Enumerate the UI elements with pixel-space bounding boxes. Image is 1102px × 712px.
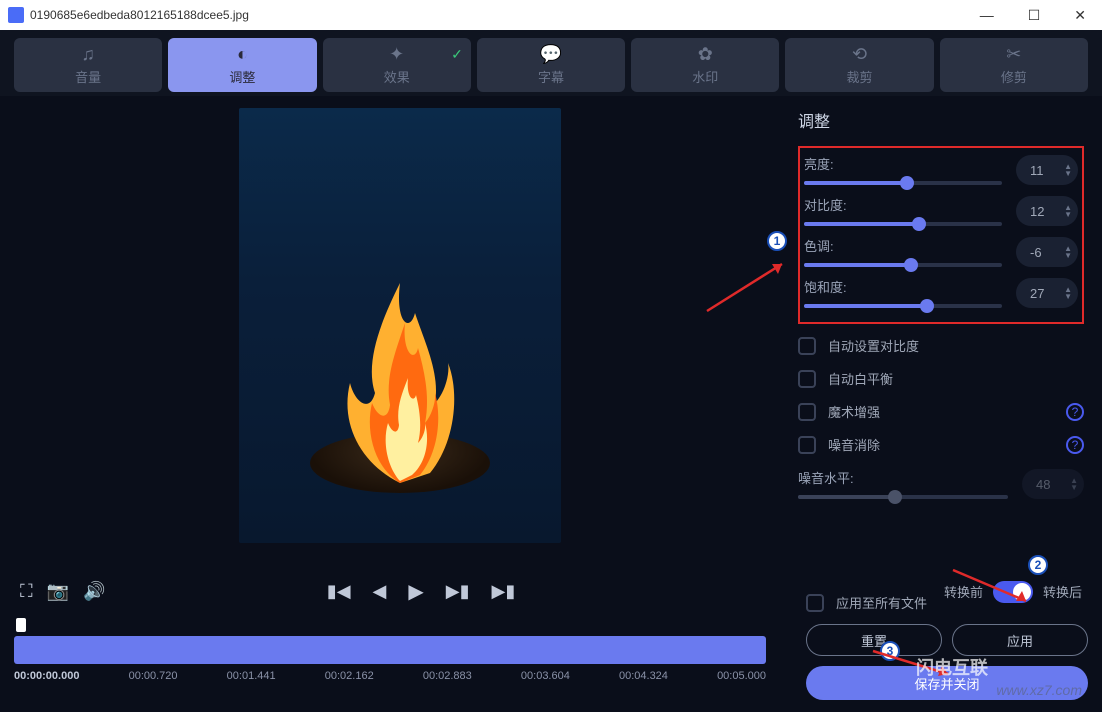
magic-enhance-label: 魔术增强	[828, 402, 880, 421]
denoise-label: 噪音消除	[828, 435, 880, 454]
tab-label: 调整	[229, 67, 255, 86]
next-icon[interactable]: ▶▮	[446, 581, 470, 602]
saturation-label: 饱和度:	[804, 277, 1002, 296]
skip-back-icon[interactable]: ▮◀	[327, 581, 351, 602]
play-icon[interactable]: ▶	[408, 579, 423, 604]
bottom-actions: 应用至所有文件 2 重置 应用 3 保存并关闭 闪电互联 www.xz7.com	[806, 593, 1088, 700]
close-button[interactable]: ✕	[1066, 5, 1094, 26]
tab-volume[interactable]: ♫ 音量	[14, 38, 162, 92]
magic-enhance-checkbox[interactable]	[798, 403, 816, 421]
stepper-icon[interactable]: ▲▼	[1064, 163, 1072, 177]
skip-fwd-icon[interactable]: ▶▮	[492, 581, 516, 602]
playhead[interactable]	[16, 618, 26, 632]
check-icon: ✓	[451, 46, 463, 63]
denoise-checkbox[interactable]	[798, 436, 816, 454]
noise-level-label: 噪音水平:	[798, 468, 1008, 487]
stepper-icon[interactable]: ▲▼	[1064, 286, 1072, 300]
annotation-marker-2: 2	[1028, 555, 1048, 575]
stepper-icon[interactable]: ▲▼	[1064, 245, 1072, 259]
music-note-icon: ♫	[81, 44, 95, 65]
contrast-label: 对比度:	[804, 195, 1002, 214]
tab-bar: ♫ 音量 ◐ 调整 ✦ 效果 ✓ 💬 字幕 ✿ 水印 ⟲ 裁剪 ✂ 修剪	[0, 30, 1102, 96]
hue-value[interactable]: -6 ▲▼	[1016, 237, 1078, 267]
window-title: 0190685e6edbeda8012165188dcee5.jpg	[30, 8, 972, 22]
app-icon	[8, 7, 24, 23]
saturation-value[interactable]: 27 ▲▼	[1016, 278, 1078, 308]
tab-crop[interactable]: ⟲ 裁剪	[785, 38, 933, 92]
crop-icon: ⟲	[852, 44, 867, 65]
time-label: 00:05.000	[717, 670, 766, 682]
help-icon[interactable]: ?	[1066, 436, 1084, 454]
camera-icon[interactable]: 📷	[47, 581, 69, 602]
subtitle-icon: 💬	[540, 44, 562, 65]
saturation-slider[interactable]	[804, 304, 1002, 308]
tab-subtitle[interactable]: 💬 字幕	[477, 38, 625, 92]
brightness-label: 亮度:	[804, 154, 1002, 173]
time-label: 00:00:00.000	[14, 670, 79, 682]
annotation-arrow-1	[702, 256, 792, 316]
time-label: 00:03.604	[521, 670, 570, 682]
titlebar: 0190685e6edbeda8012165188dcee5.jpg — ☐ ✕	[0, 0, 1102, 30]
contrast-icon: ◐	[237, 44, 248, 65]
highlighted-sliders-box: 亮度: 11 ▲▼ 对比度:	[798, 146, 1084, 324]
auto-contrast-checkbox[interactable]	[798, 337, 816, 355]
hue-slider[interactable]	[804, 263, 1002, 267]
stepper-icon[interactable]: ▲▼	[1064, 204, 1072, 218]
timeline-track[interactable]	[14, 636, 766, 664]
auto-wb-label: 自动白平衡	[828, 369, 893, 388]
prev-icon[interactable]: ◀	[373, 581, 387, 602]
tab-label: 裁剪	[847, 67, 873, 86]
scissors-icon: ✂	[1006, 44, 1021, 65]
stamp-icon: ✿	[698, 44, 713, 65]
apply-all-label: 应用至所有文件	[836, 593, 927, 612]
annotation-marker-1: 1	[767, 231, 787, 251]
tab-label: 水印	[692, 67, 718, 86]
apply-button[interactable]: 应用	[952, 624, 1088, 656]
panel-title: 调整	[798, 108, 1084, 132]
time-label: 00:02.162	[325, 670, 374, 682]
watermark-brand: 闪电互联	[916, 654, 988, 680]
tab-adjust[interactable]: ◐ 调整	[168, 38, 316, 92]
noise-level-value: 48 ▲▼	[1022, 469, 1084, 499]
brightness-slider[interactable]	[804, 181, 1002, 185]
contrast-slider[interactable]	[804, 222, 1002, 226]
maximize-button[interactable]: ☐	[1020, 5, 1049, 26]
time-label: 00:00.720	[129, 670, 178, 682]
preview-image	[239, 108, 561, 543]
tab-effect[interactable]: ✦ 效果 ✓	[323, 38, 471, 92]
apply-all-checkbox[interactable]	[806, 594, 824, 612]
flame-graphic	[300, 243, 500, 483]
auto-wb-checkbox[interactable]	[798, 370, 816, 388]
time-label: 00:02.883	[423, 670, 472, 682]
fullscreen-icon[interactable]: ⛶	[20, 581, 33, 602]
minimize-button[interactable]: —	[972, 5, 1002, 26]
contrast-value[interactable]: 12 ▲▼	[1016, 196, 1078, 226]
stepper-icon: ▲▼	[1070, 477, 1078, 491]
timeline: 00:00:00.000 00:00.720 00:01.441 00:02.1…	[0, 612, 780, 688]
noise-level-slider[interactable]	[798, 495, 1008, 499]
watermark-url: www.xz7.com	[996, 682, 1082, 698]
tab-label: 音量	[75, 67, 101, 86]
time-label: 00:01.441	[227, 670, 276, 682]
wand-icon: ✦	[389, 44, 404, 65]
tab-label: 效果	[384, 67, 410, 86]
tab-trim[interactable]: ✂ 修剪	[940, 38, 1088, 92]
tab-watermark[interactable]: ✿ 水印	[631, 38, 779, 92]
tab-label: 修剪	[1001, 67, 1027, 86]
brightness-value[interactable]: 11 ▲▼	[1016, 155, 1078, 185]
tab-label: 字幕	[538, 67, 564, 86]
adjust-panel: 调整 亮度: 11 ▲▼ 对比度:	[798, 108, 1088, 571]
annotation-arrow-2	[948, 565, 1038, 607]
hue-label: 色调:	[804, 236, 1002, 255]
help-icon[interactable]: ?	[1066, 403, 1084, 421]
preview-area	[14, 108, 786, 571]
auto-contrast-label: 自动设置对比度	[828, 336, 919, 355]
time-label: 00:04.324	[619, 670, 668, 682]
speaker-icon[interactable]: 🔊	[83, 581, 105, 602]
